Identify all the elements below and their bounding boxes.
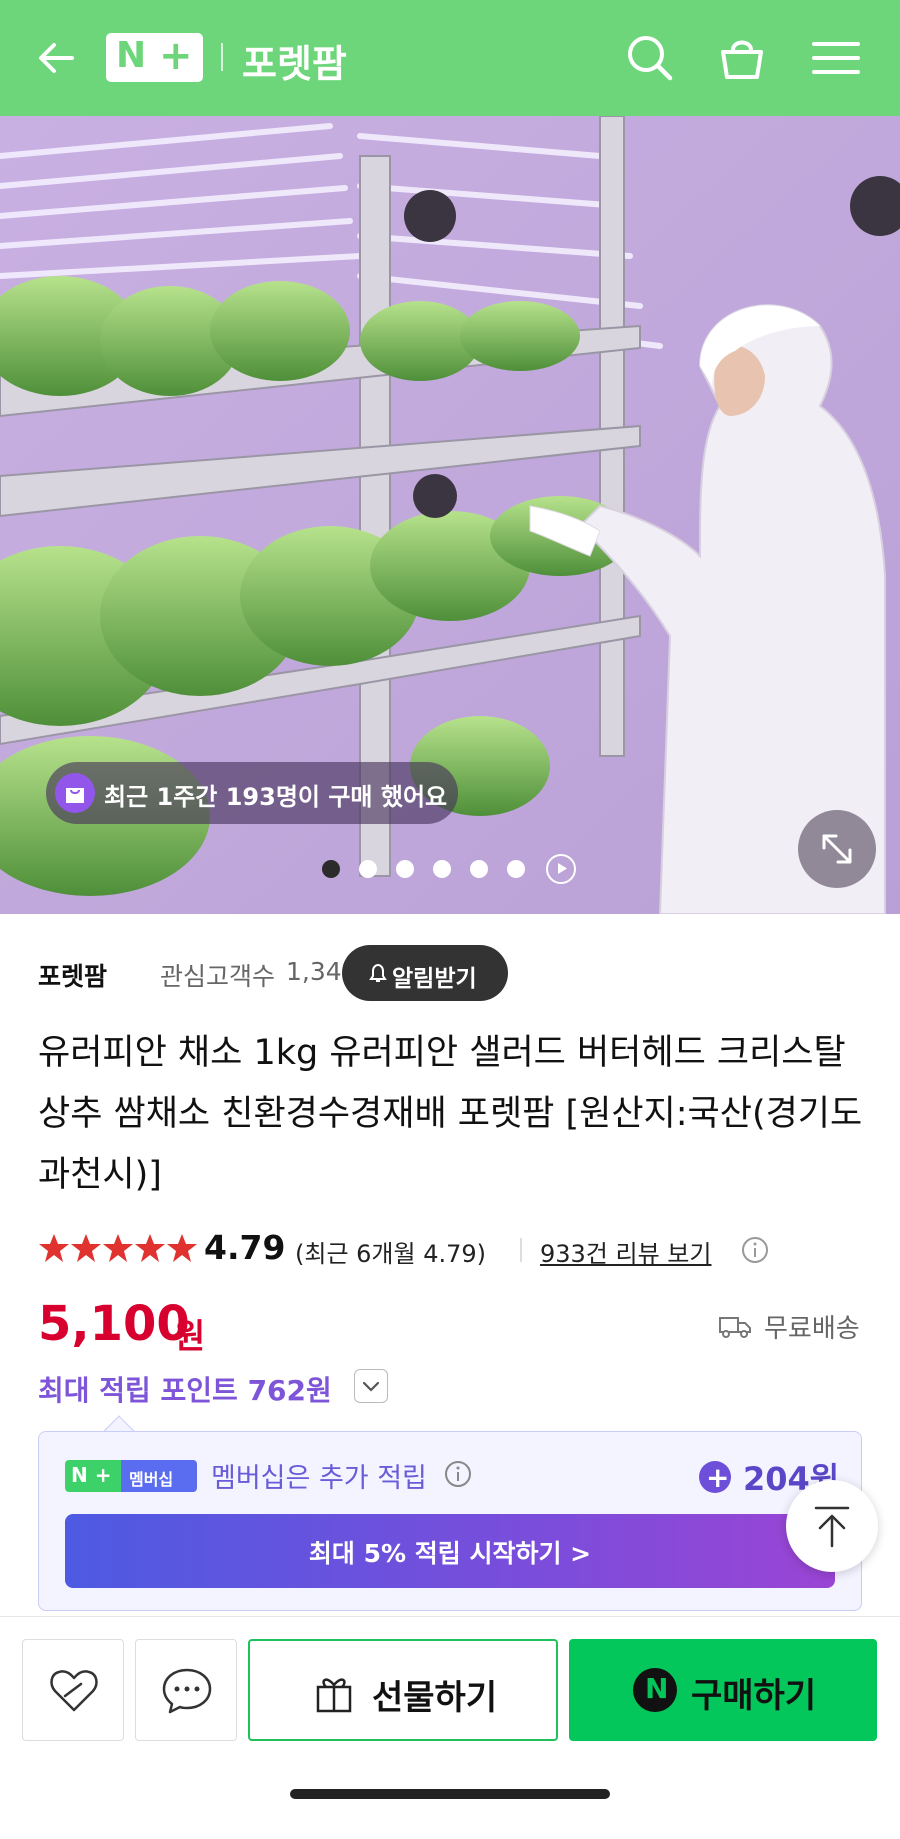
star-icon xyxy=(71,1234,101,1262)
seller-name[interactable]: 포렛팜 xyxy=(38,957,107,993)
star-icon xyxy=(135,1234,165,1262)
hamburger-menu-icon[interactable] xyxy=(808,30,864,86)
max-points-text: 최대 적립 포인트 762원 xyxy=(38,1374,332,1407)
membership-badge: N + 멤버십 xyxy=(65,1460,197,1492)
carousel-dot[interactable] xyxy=(322,860,340,878)
back-arrow-icon[interactable] xyxy=(32,34,80,82)
top-header: N + 포렛팜 xyxy=(0,0,900,116)
price-value: 5,100 xyxy=(38,1296,190,1352)
rating-value: 4.79 xyxy=(204,1228,286,1267)
rating-stars xyxy=(39,1234,197,1262)
notify-button[interactable]: 알림받기 xyxy=(342,945,508,1001)
gift-button[interactable]: 선물하기 xyxy=(248,1639,558,1741)
bottom-action-bar: 선물하기 N 구매하기 xyxy=(0,1616,900,1839)
buy-label: 구매하기 xyxy=(691,1676,817,1716)
carousel-dot[interactable] xyxy=(470,860,488,878)
carousel-dot[interactable] xyxy=(433,860,451,878)
notify-label: 알림받기 xyxy=(392,966,477,992)
gift-label: 선물하기 xyxy=(372,1678,498,1718)
membership-message: 멤버십은 추가 적립 xyxy=(211,1463,427,1494)
purchase-bag-icon xyxy=(55,773,95,813)
expand-icon xyxy=(822,834,852,864)
membership-start-button[interactable]: 최대 5% 적립 시작하기 > xyxy=(65,1514,835,1588)
gift-icon xyxy=(316,1678,352,1713)
heart-like-icon xyxy=(50,1670,98,1712)
chevron-down-icon xyxy=(362,1381,380,1392)
delivery-label: 무료배송 xyxy=(764,1314,860,1344)
carousel-indicator xyxy=(322,854,582,884)
product-title: 유러피안 채소 1kg 유러피안 샐러드 버터헤드 크리스탈 상추 쌈채소 친환… xyxy=(38,1033,863,1195)
logo-n: N xyxy=(116,35,147,76)
recent-buyers-notice: 최근 1주간 193명이 구매 했어요 xyxy=(46,762,458,824)
rating-row: 4.79 (최근 6개월 4.79) 933건 리뷰 보기 xyxy=(38,1226,858,1272)
expand-image-button[interactable] xyxy=(798,810,876,888)
naver-pay-logo: N xyxy=(633,1668,677,1712)
bell-icon xyxy=(369,963,387,982)
delivery-info: 무료배송 xyxy=(718,1308,868,1344)
rating-recent: (최근 6개월 4.79) xyxy=(295,1240,487,1268)
info-icon[interactable] xyxy=(443,1459,473,1489)
scroll-top-button[interactable] xyxy=(786,1480,878,1572)
plus-icon: + xyxy=(699,1461,731,1494)
seller-row: 포렛팜 관심고객수 1,340 알림받기 xyxy=(38,945,838,1001)
carousel-dot[interactable] xyxy=(359,860,377,878)
chat-bubble-icon xyxy=(162,1668,212,1714)
search-icon[interactable] xyxy=(622,30,678,86)
naver-plus-logo[interactable]: N + xyxy=(106,33,203,82)
buy-button[interactable]: N 구매하기 xyxy=(569,1639,877,1741)
star-icon xyxy=(167,1234,197,1262)
star-icon xyxy=(39,1234,69,1262)
divider xyxy=(520,1238,522,1262)
logo-divider xyxy=(221,43,223,71)
star-icon xyxy=(103,1234,133,1262)
max-points-row[interactable]: 최대 적립 포인트 762원 xyxy=(38,1367,438,1407)
review-link[interactable]: 933건 리뷰 보기 xyxy=(540,1234,711,1269)
recent-buyers-text: 최근 1주간 193명이 구매 했어요 xyxy=(104,783,448,811)
like-button[interactable] xyxy=(22,1639,124,1741)
arrow-up-icon xyxy=(814,1506,850,1548)
followers-label: 관심고객수 xyxy=(160,962,276,991)
carousel-dot[interactable] xyxy=(396,860,414,878)
points-expand-button[interactable] xyxy=(354,1369,388,1403)
home-indicator xyxy=(290,1789,610,1799)
chat-button[interactable] xyxy=(135,1639,237,1741)
badge-naver-plus: N + xyxy=(65,1460,121,1492)
badge-membership: 멤버십 xyxy=(121,1460,197,1492)
play-icon[interactable] xyxy=(546,854,576,884)
carousel-dot[interactable] xyxy=(507,860,525,878)
membership-cta-label: 최대 5% 적립 시작하기 > xyxy=(308,1539,592,1568)
store-name[interactable]: 포렛팜 xyxy=(242,33,347,88)
membership-box: N + 멤버십 멤버십은 추가 적립 + 204원 최대 5% 적립 시작하기 … xyxy=(38,1431,862,1611)
shopping-bag-icon[interactable] xyxy=(714,30,770,86)
truck-icon xyxy=(719,1317,751,1338)
price-currency: 원 xyxy=(174,1317,206,1357)
logo-plus: + xyxy=(159,33,193,79)
product-image-carousel[interactable]: 최근 1주간 193명이 구매 했어요 xyxy=(0,116,900,914)
info-icon[interactable] xyxy=(740,1235,770,1265)
